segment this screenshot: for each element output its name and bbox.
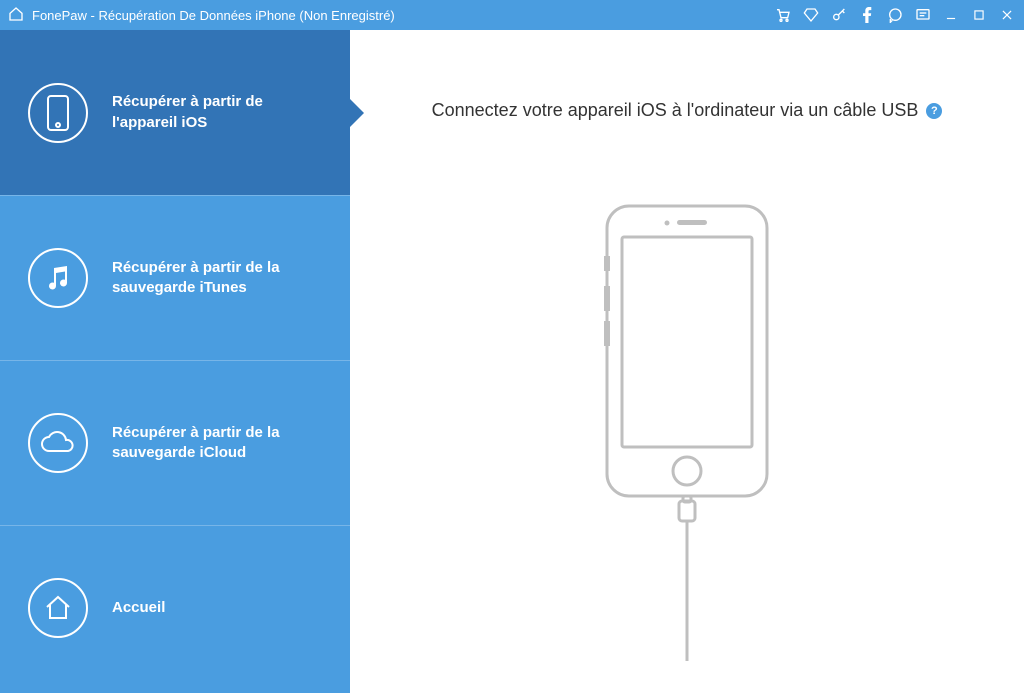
- help-icon[interactable]: ?: [926, 103, 942, 119]
- sidebar: Récupérer à partir de l'appareil iOS Réc…: [0, 30, 350, 693]
- main-panel: Connectez votre appareil iOS à l'ordinat…: [350, 30, 1024, 693]
- sidebar-item-label: Récupérer à partir de l'appareil iOS: [112, 92, 322, 133]
- phone-icon: [28, 83, 88, 143]
- sidebar-item-recover-icloud-backup[interactable]: Récupérer à partir de la sauvegarde iClo…: [0, 360, 350, 525]
- titlebar-right: [774, 6, 1016, 24]
- phone-illustration: [582, 201, 792, 661]
- close-icon[interactable]: [998, 6, 1016, 24]
- titlebar: FonePaw - Récupération De Données iPhone…: [0, 0, 1024, 30]
- sidebar-item-label: Récupérer à partir de la sauvegarde iTun…: [112, 258, 322, 299]
- chat-icon[interactable]: [886, 6, 904, 24]
- minimize-icon[interactable]: [942, 6, 960, 24]
- home-titlebar-icon[interactable]: [8, 6, 24, 25]
- cloud-icon: [28, 413, 88, 473]
- app-title: FonePaw - Récupération De Données iPhone…: [32, 8, 395, 23]
- body: Récupérer à partir de l'appareil iOS Réc…: [0, 30, 1024, 693]
- sidebar-item-home[interactable]: Accueil: [0, 525, 350, 690]
- sidebar-item-recover-itunes-backup[interactable]: Récupérer à partir de la sauvegarde iTun…: [0, 195, 350, 360]
- diamond-icon[interactable]: [802, 6, 820, 24]
- music-icon: [28, 248, 88, 308]
- titlebar-left: FonePaw - Récupération De Données iPhone…: [8, 6, 395, 25]
- feedback-icon[interactable]: [914, 6, 932, 24]
- connect-heading-text: Connectez votre appareil iOS à l'ordinat…: [432, 100, 919, 121]
- sidebar-item-recover-ios-device[interactable]: Récupérer à partir de l'appareil iOS: [0, 30, 350, 195]
- facebook-icon[interactable]: [858, 6, 876, 24]
- sidebar-item-label: Récupérer à partir de la sauvegarde iClo…: [112, 423, 322, 464]
- connect-heading: Connectez votre appareil iOS à l'ordinat…: [432, 100, 943, 121]
- home-icon: [28, 578, 88, 638]
- cart-icon[interactable]: [774, 6, 792, 24]
- sidebar-item-label: Accueil: [112, 598, 165, 618]
- maximize-icon[interactable]: [970, 6, 988, 24]
- key-icon[interactable]: [830, 6, 848, 24]
- app-window: FonePaw - Récupération De Données iPhone…: [0, 0, 1024, 693]
